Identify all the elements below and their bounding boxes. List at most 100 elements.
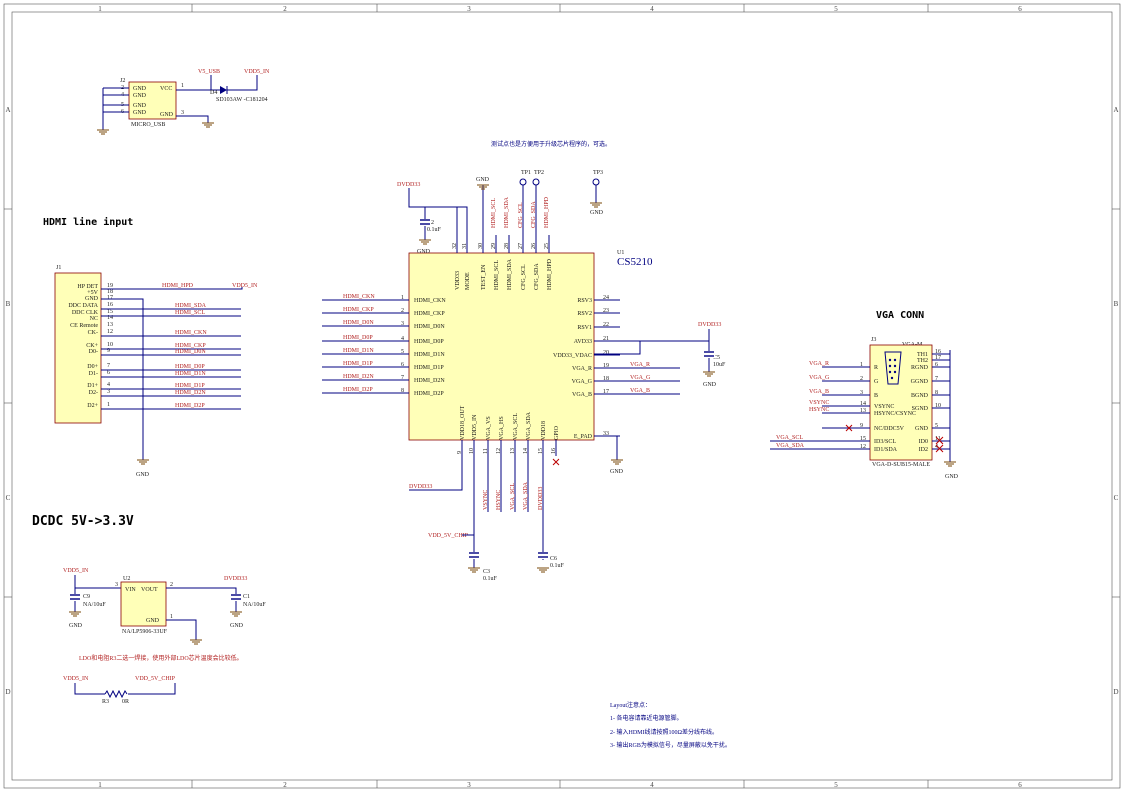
usb-pin-label: GND [133, 93, 147, 99]
frame-col-label: 2 [283, 781, 287, 789]
chip-pin-num: 29 [491, 243, 497, 249]
hdmi-net-label: HDMI_D2P [175, 403, 205, 409]
chip-net-label: HDMI_SCL [491, 198, 497, 228]
chip-pin-name: HDMI_D1P [414, 365, 444, 371]
chip-pin-num: 28 [504, 243, 510, 249]
chip-pin-num: 2 [401, 308, 404, 314]
cap-ref: C6 [550, 556, 557, 562]
frame-col-label: 3 [467, 781, 471, 789]
chip-pin-num: 24 [603, 295, 609, 301]
chip-pin-num: 1 [401, 295, 404, 301]
frame-col-label: 5 [834, 5, 838, 13]
chip-pin-num: 11 [483, 448, 489, 454]
chip-pin-name: RSV2 [577, 311, 592, 317]
chip-pin-name: CFG_SDA [534, 263, 540, 290]
hdmi-pin-label: D1- [89, 371, 98, 377]
chip-net-label: HDMI_D1N [343, 348, 374, 354]
vga-pin-name: TH2 [917, 358, 928, 364]
cap-val: NA/10uF [83, 602, 106, 608]
hdmi-pin-label: CE Remote [70, 323, 98, 329]
hdmi-pin-num: 1 [107, 402, 110, 408]
vga-pin-name: RGND [911, 365, 929, 371]
hdmi-pin-label: D1+ [87, 383, 98, 389]
ldo-pin-num: 1 [170, 614, 173, 620]
hdmi-net-label: HDMI_D2N [175, 390, 206, 396]
chip-pin-name: VDD18_OUT [460, 405, 466, 440]
chip-pin-name: GPIO [554, 425, 560, 440]
hdmi-net-label: HDMI_D1P [175, 383, 205, 389]
test-point-label: TP3 [593, 170, 603, 176]
cap-val: 0.1uF [427, 227, 442, 233]
chip-pin-name: HDMI_D0P [414, 339, 444, 345]
ldo-gnd: GND [146, 618, 160, 624]
net-vdd-5v-chip: VDD_5V_CHIP [428, 533, 469, 539]
frame-col-label: 6 [1018, 781, 1022, 789]
ldo-pin-num: 2 [170, 582, 173, 588]
chip-pin-name: VDD33 [455, 271, 461, 290]
chip-name: CS5210 [617, 256, 653, 268]
capacitor-icon [419, 219, 431, 226]
frame-row-label: A [5, 106, 10, 114]
resistor-ref: R3 [102, 699, 109, 705]
usb-gnd-label: GND [160, 112, 174, 118]
chip-pin-name: HDMI_D1N [414, 352, 445, 358]
gnd-label: GND [230, 623, 244, 629]
chip-net-label: HSYNC [496, 490, 502, 510]
chip-pin-name: VGA_B [572, 392, 592, 398]
vga-pin-name: ID2 [919, 447, 928, 453]
hdmi-pin-label: D0- [89, 349, 98, 355]
vga-pin-num: 10 [935, 403, 941, 409]
vga-pin-num: 5 [935, 423, 938, 429]
frame-row-label: B [1114, 300, 1119, 308]
frame-row-label: D [1113, 688, 1118, 696]
layout-note: 1- 各电容请靠近电源管脚。 [610, 714, 683, 722]
chip-pin-num: 12 [496, 448, 502, 454]
diode-part: SD103AW -C181204 [216, 97, 268, 103]
hdmi-net-label: HDMI_D0P [175, 364, 205, 370]
chip-pin-num: 3 [401, 321, 404, 327]
chip-pin-name: HDMI_SDA [507, 258, 513, 290]
usb-pin-label: GND [133, 103, 147, 109]
frame-col-label: 4 [650, 781, 654, 789]
chip-pin-num: 18 [603, 376, 609, 382]
capacitor-icon [69, 594, 81, 601]
hdmi-pin-num: 3 [107, 389, 110, 395]
chip-net-label: HDMI_HPD [544, 196, 550, 228]
chip-pin-num: 10 [469, 448, 475, 454]
vga-pin-name: BGND [911, 393, 929, 399]
diode-ref: D4 [210, 90, 217, 96]
layout-title: Layout注意点： [610, 701, 651, 709]
chip-pin-num: 15 [538, 448, 544, 454]
chip-net-label: HDMI_D2P [343, 387, 373, 393]
vga-net-label: VGA_B [809, 389, 829, 395]
vga-ref: J3 [871, 337, 876, 343]
chip-net-label: VGA_SDA [523, 481, 529, 510]
vga-pin-num: 9 [860, 423, 863, 429]
chip-pin-num: 4 [401, 336, 404, 342]
chip-pin-name: HDMI_D2P [414, 391, 444, 397]
chip-pin-num: 16 [551, 448, 557, 454]
frame-row-label: C [6, 494, 11, 502]
capacitor-icon [230, 594, 242, 601]
ldo-vout: VOUT [141, 587, 158, 593]
chip-net-label: HDMI_D0P [343, 335, 373, 341]
chip-net-label: HDMI_D0N [343, 320, 374, 326]
chip-net-label: HDMI_CKP [343, 307, 374, 313]
net-vdd5-in: VDD5_IN [63, 568, 89, 574]
hdmi-pin-num: 4 [107, 382, 110, 388]
chip-pin-name: MODE [465, 272, 471, 290]
capacitor-icon [537, 552, 549, 559]
chip-net-label: HDMI_SDA [504, 196, 510, 228]
hdmi-net-label: HDMI_D1N [175, 371, 206, 377]
vga-pin-num: 3 [860, 390, 863, 396]
chip-pin-num: 14 [523, 448, 529, 454]
chip-pin-num: 22 [603, 322, 609, 328]
vga-pin-name: ID3/SCL [874, 439, 896, 445]
chip-pin-name: HDMI_CKP [414, 311, 445, 317]
gnd-label: GND [945, 474, 959, 480]
test-point-label: TP1 [521, 170, 531, 176]
chip-pin-num: 9 [457, 451, 463, 454]
cap-ref: C9 [83, 594, 90, 600]
gnd-label: GND [417, 249, 431, 255]
vga-net-label: VSYNC [809, 400, 829, 406]
